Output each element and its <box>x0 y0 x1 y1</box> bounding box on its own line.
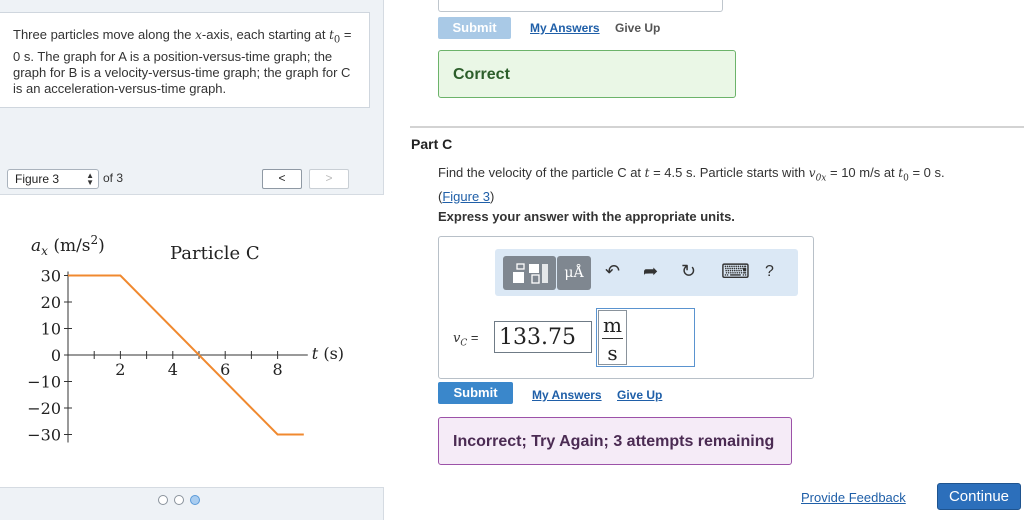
redo-icon[interactable]: ➦ <box>643 261 658 282</box>
x-tick-label: 4 <box>168 360 178 379</box>
figure-navigation: Figure 3 ▲ ▼ of 3 < > <box>0 164 384 194</box>
units-icon: μÅ <box>564 265 584 281</box>
select-arrows-icon: ▲ ▼ <box>86 171 94 187</box>
y-tick-label: 10 <box>41 320 61 339</box>
problem-text-1: Three particles move along the <box>13 27 196 42</box>
part-divider <box>410 126 1024 128</box>
submit-label: Submit <box>453 385 498 400</box>
answer-unit-input[interactable]: m s <box>596 308 695 367</box>
x-tick-label: 2 <box>115 360 125 379</box>
v-sub: 0x <box>815 173 827 184</box>
vc-sub: C <box>460 338 468 349</box>
correct-feedback-text: Correct <box>453 66 510 83</box>
y-tick-label: 30 <box>41 267 61 286</box>
answer-box: μÅ ↶ ➦ ↻ ⌨ ? vC = 133.75 m s <box>438 236 814 379</box>
undo-icon[interactable]: ↶ <box>605 261 620 282</box>
chevron-left-icon: < <box>278 171 286 185</box>
page-dot-2[interactable] <box>174 495 184 505</box>
page-dot-1[interactable] <box>158 495 168 505</box>
continue-button[interactable]: Continue <box>937 483 1021 510</box>
reset-icon[interactable]: ↻ <box>681 261 696 282</box>
templates-button[interactable] <box>503 256 556 290</box>
x-tick-label: 8 <box>273 360 283 379</box>
my-answers-link[interactable]: My Answers <box>532 388 602 402</box>
figure-link[interactable]: Figure 3 <box>442 189 490 204</box>
submit-button[interactable]: Submit <box>438 382 513 404</box>
question-text-2: = 4.5 s. Particle starts with <box>649 165 809 180</box>
fraction-bar <box>602 338 623 339</box>
previous-submit-button: Submit <box>438 17 511 39</box>
page-dot-3[interactable] <box>190 495 200 505</box>
templates-icon <box>513 263 548 284</box>
right-pane: Submit My Answers Give Up Correct Part C… <box>384 0 1024 520</box>
next-figure-button[interactable]: > <box>309 169 349 189</box>
part-title: Part C <box>411 136 453 152</box>
question-text-1: Find the velocity of the particle C at <box>438 165 645 180</box>
y-tick-label: −30 <box>27 426 61 445</box>
previous-submit-label: Submit <box>452 20 497 35</box>
x-symbol: x <box>195 28 202 42</box>
chart-title: Particle C <box>170 243 260 264</box>
acceleration-graph: 30 20 10 0 −10 −20 −30 2 4 6 8 ax (m/s2) t (s) Partic… <box>27 233 344 445</box>
unit-fraction: m s <box>598 310 627 365</box>
continue-label: Continue <box>948 488 1010 505</box>
previous-give-up-label: Give Up <box>615 21 661 35</box>
math-toolbar: μÅ ↶ ➦ ↻ ⌨ ? <box>495 249 798 296</box>
problem-text-1b: -axis, each starting at <box>201 27 330 42</box>
unit-numerator: m <box>603 313 622 337</box>
units-button[interactable]: μÅ <box>557 256 591 290</box>
previous-answer-field <box>438 0 723 12</box>
v-symbol: v <box>808 166 816 180</box>
unit-denominator: s <box>607 341 618 365</box>
correct-feedback: Correct <box>438 50 736 98</box>
instructions: Express your answer with the appropriate… <box>438 209 735 224</box>
t0-sub: 0 <box>333 34 341 46</box>
help-icon[interactable]: ? <box>765 263 774 281</box>
y-tick-label: −10 <box>27 373 61 392</box>
left-pane: Three particles move along the x-axis, e… <box>0 0 384 520</box>
x-axis-label: t (s) <box>312 344 344 363</box>
page-dots <box>158 495 206 505</box>
previous-my-answers-link[interactable]: My Answers <box>530 21 600 35</box>
previous-figure-button[interactable]: < <box>262 169 302 189</box>
question-text-3: = 10 m/s at <box>826 165 899 180</box>
incorrect-feedback: Incorrect; Try Again; 3 attempts remaini… <box>438 417 792 465</box>
figure-count: of 3 <box>103 171 124 185</box>
figure-select[interactable]: Figure 3 ▲ ▼ <box>7 169 99 189</box>
x-tick-label: 6 <box>220 360 230 379</box>
y-tick-label: 20 <box>41 293 61 312</box>
y-tick-label: −20 <box>27 399 61 418</box>
provide-feedback-link[interactable]: Provide Feedback <box>801 490 906 505</box>
figure-panel: 30 20 10 0 −10 −20 −30 2 4 6 8 ax (m/s2) t (s) Partic… <box>0 194 384 488</box>
problem-statement: Three particles move along the x-axis, e… <box>0 12 370 108</box>
keyboard-icon[interactable]: ⌨ <box>721 259 750 284</box>
chevron-right-icon: > <box>325 171 333 185</box>
y-tick-label: 0 <box>51 346 61 365</box>
give-up-link[interactable]: Give Up <box>617 388 662 402</box>
answer-variable: vC = <box>453 330 478 349</box>
figure-select-value: Figure 3 <box>15 172 60 186</box>
answer-value: 133.75 <box>499 325 576 350</box>
incorrect-feedback-text: Incorrect; Try Again; 3 attempts remaini… <box>453 433 775 450</box>
y-axis-label: ax (m/s2) <box>31 233 105 258</box>
answer-value-input[interactable]: 133.75 <box>494 321 592 353</box>
question-text: Find the velocity of the particle C at t… <box>438 165 945 204</box>
question-text-4: = 0 s. <box>908 165 945 180</box>
equals-sign: = <box>470 330 479 345</box>
